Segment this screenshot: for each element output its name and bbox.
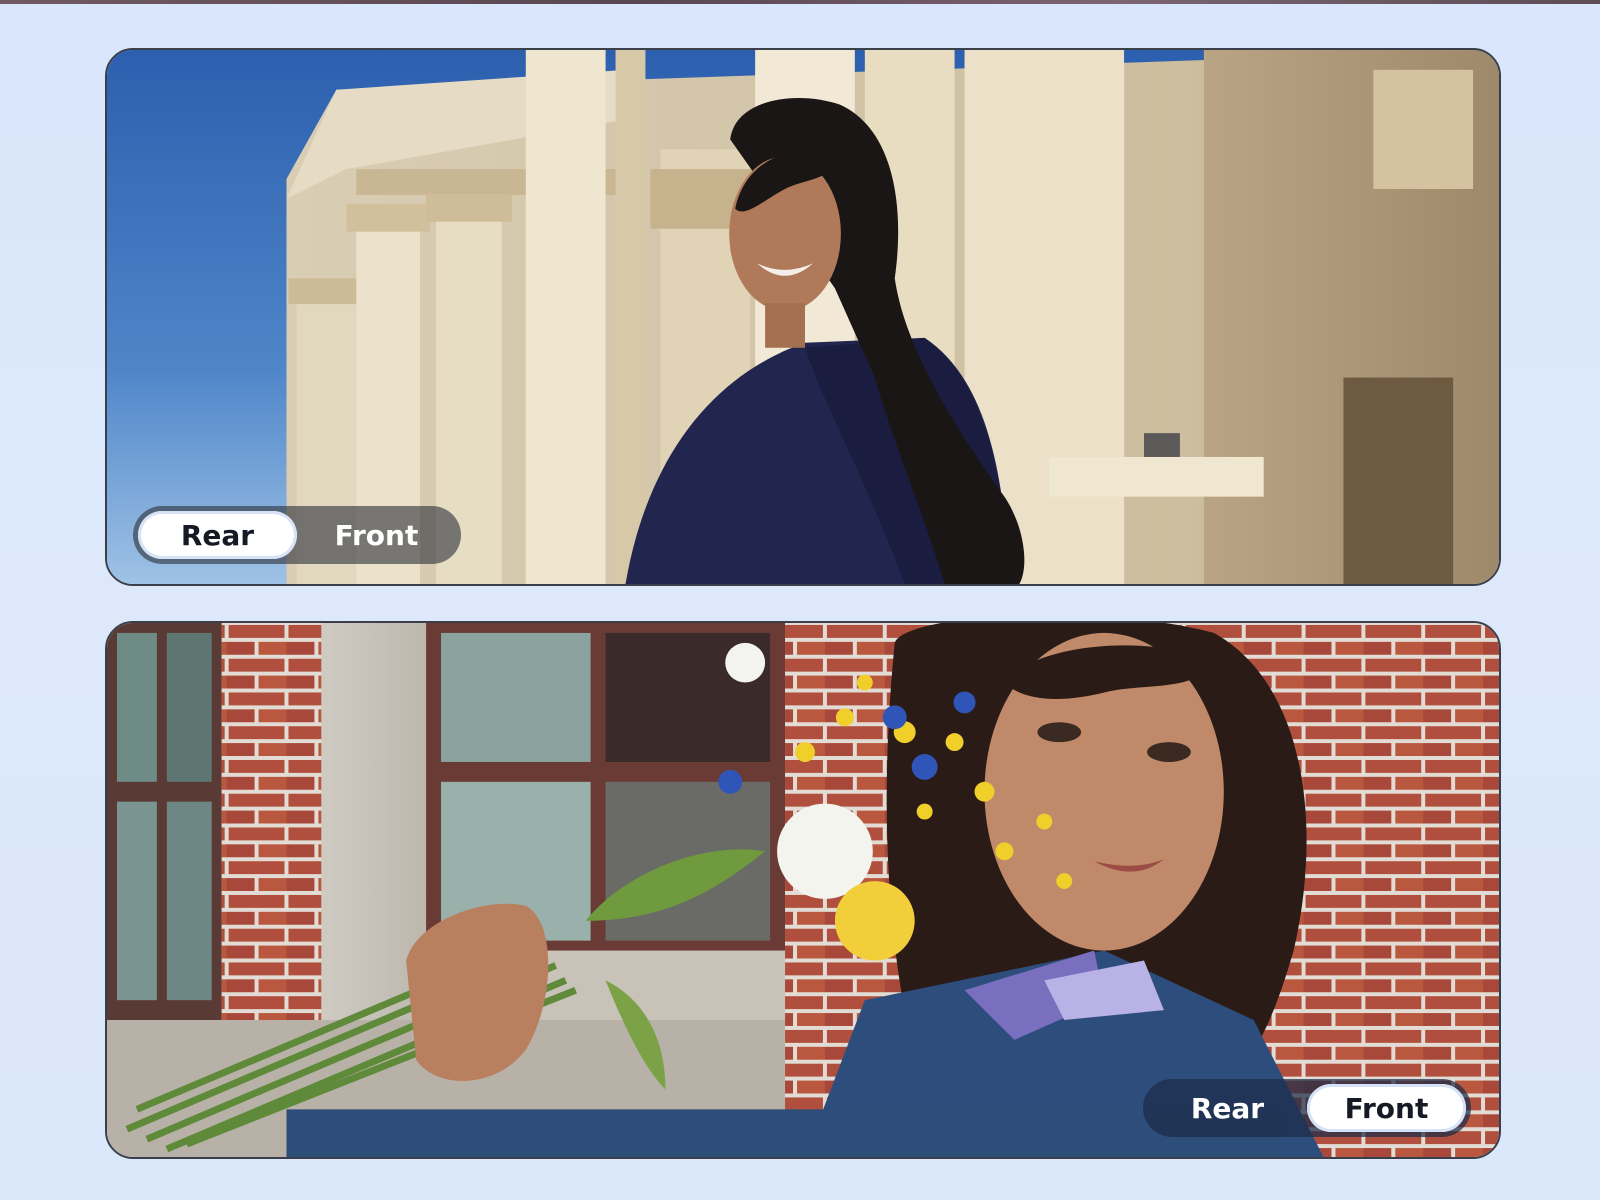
front-option[interactable]: Front xyxy=(297,511,456,559)
rear-camera-photo xyxy=(107,50,1499,584)
front-camera-photo xyxy=(107,623,1499,1157)
rear-option[interactable]: Rear xyxy=(138,511,297,559)
rear-option[interactable]: Rear xyxy=(1148,1084,1307,1132)
front-option[interactable]: Front xyxy=(1307,1084,1466,1132)
top-edge-strip xyxy=(0,0,1600,4)
camera-toggle-rear-panel[interactable]: Rear Front xyxy=(133,506,461,564)
rear-camera-photo-card: Rear Front xyxy=(105,48,1501,586)
front-camera-photo-card: Rear Front xyxy=(105,621,1501,1159)
camera-toggle-front-panel[interactable]: Rear Front xyxy=(1143,1079,1471,1137)
